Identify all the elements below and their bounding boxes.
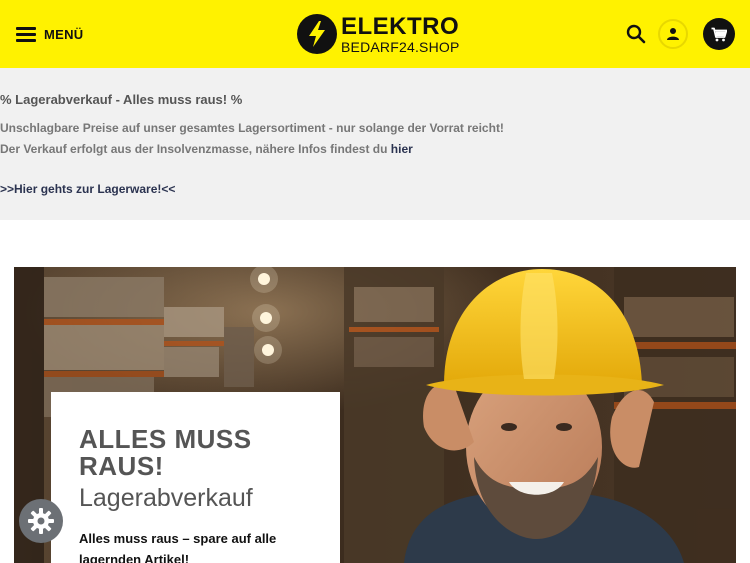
account-button[interactable] [658,19,688,49]
sale-notice-banner: % Lagerabverkauf - Alles muss raus! % Un… [0,68,750,220]
hero-heading: ALLES MUSS RAUS! [79,424,252,481]
notice-text-line2-prefix: Der Verkauf erfolgt aus der Insolvenzmas… [0,142,391,156]
menu-icon [16,26,36,42]
hero-text-card: ALLES MUSS RAUS! Lagerabverkauf Alles mu… [51,392,340,563]
search-icon [626,24,646,44]
cookie-settings-button[interactable] [19,499,63,543]
hero-description: Alles muss raus – spare auf alle lagernd… [79,531,277,563]
cart-button[interactable] [703,18,735,50]
user-icon [667,28,679,40]
bolt-icon [297,14,337,54]
stock-items-link[interactable]: >>Hier gehts zur Lagerware!<< [0,182,524,196]
notice-text-line2: Der Verkauf erfolgt aus der Insolvenzmas… [0,142,524,156]
notice-title: % Lagerabverkauf - Alles muss raus! % [0,92,243,107]
logo-text-line2: BEDARF24.SHOP [341,38,460,55]
search-button[interactable] [626,24,646,44]
settings-gear-icon [28,508,54,534]
menu-button[interactable]: MENÜ [16,22,83,46]
site-header: MENÜ ELEKTRO BEDARF24.SHOP [0,0,750,68]
menu-label: MENÜ [44,26,84,42]
logo-text-line1: ELEKTRO [341,12,460,40]
hero-subheading: Lagerabverkauf [79,484,253,512]
insolvency-info-link[interactable]: hier [391,142,413,156]
cart-icon [711,27,727,41]
notice-text-line1: Unschlagbare Preise auf unser gesamtes L… [0,121,504,135]
site-logo[interactable]: ELEKTRO BEDARF24.SHOP [297,14,460,54]
